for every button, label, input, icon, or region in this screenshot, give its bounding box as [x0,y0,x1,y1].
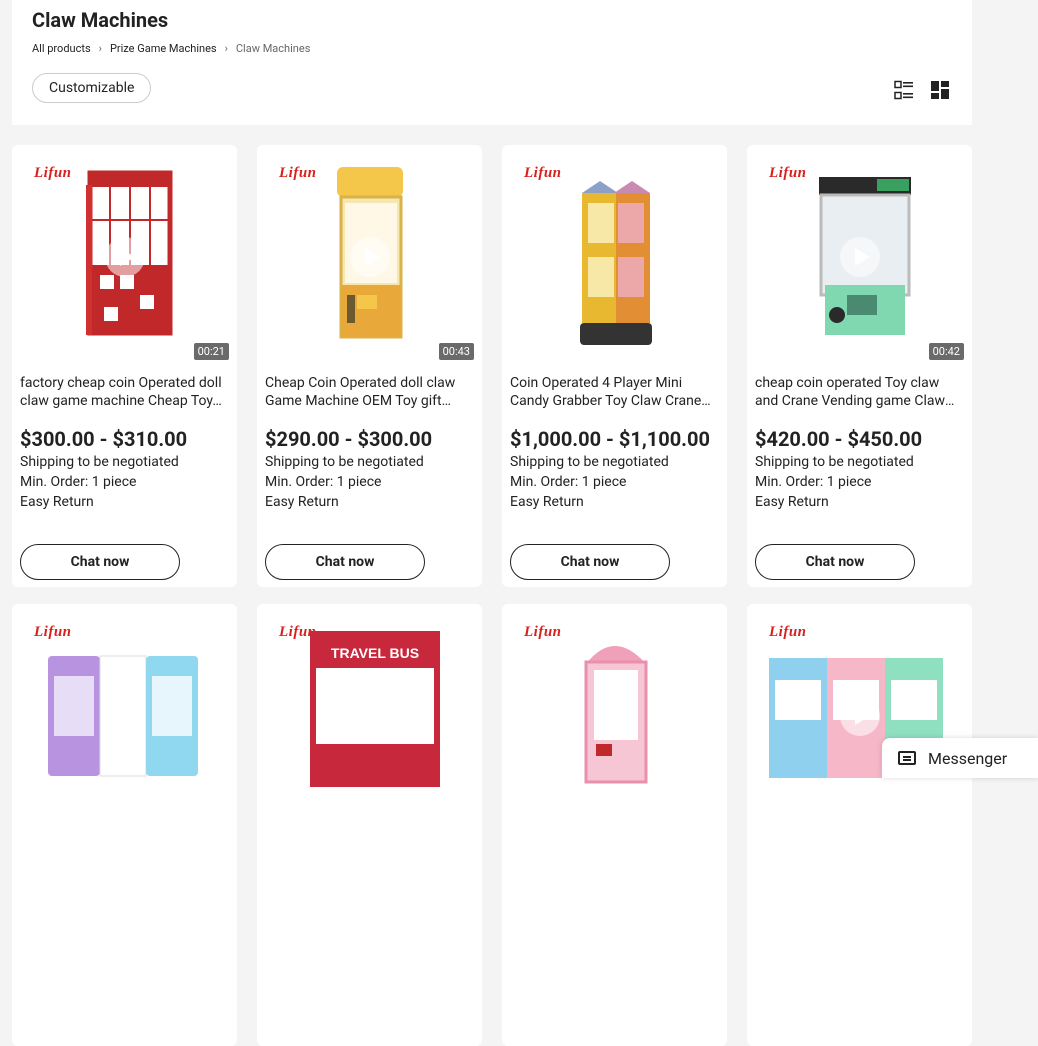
category-header: Claw Machines All products › Prize Game … [12,0,972,125]
shipping-info: Shipping to be negotiated [755,454,914,470]
easy-return: Easy Return [20,494,94,510]
min-order: Min. Order: 1 piece [755,474,872,490]
product-card[interactable]: Lifun 00:43 Cheap Coin Operated doll cla… [257,145,482,587]
product-image[interactable]: Lifun [12,604,237,824]
easy-return: Easy Return [265,494,339,510]
grid-view-icon[interactable] [930,80,950,100]
easy-return: Easy Return [755,494,829,510]
page-title: Claw Machines [32,8,169,32]
product-image[interactable]: Lifun 00:43 [257,145,482,365]
product-image[interactable]: Lifun [747,604,972,824]
product-card[interactable]: Lifun 00:42 cheap coin operated Toy claw… [747,145,972,587]
customizable-filter-chip[interactable]: Customizable [32,73,152,103]
machine-banner: TRAVEL BUS [331,645,419,661]
product-image[interactable]: Lifun 00:42 [747,145,972,365]
product-image[interactable]: Lifun 00:21 [12,145,237,365]
product-image[interactable]: Lifun [502,145,727,365]
shipping-info: Shipping to be negotiated [265,454,424,470]
claw-machine-image [580,181,652,345]
play-icon[interactable] [105,696,145,736]
product-image[interactable]: Lifun TRAVEL BUS [257,604,482,824]
list-view-icon[interactable] [894,80,914,100]
breadcrumb-all-products[interactable]: All products [32,42,91,55]
breadcrumb-prize-game-machines[interactable]: Prize Game Machines [110,42,217,55]
play-icon[interactable] [105,237,145,277]
product-card[interactable]: Lifun Coin Operated 4 Player Mini Candy … [502,145,727,587]
min-order: Min. Order: 1 piece [265,474,382,490]
messenger-button[interactable]: Messenger [882,738,1038,778]
play-icon[interactable] [350,696,390,736]
product-card[interactable]: Lifun [747,604,972,1046]
play-icon[interactable] [840,696,880,736]
product-price: $290.00 - $300.00 [265,427,433,451]
video-duration: 00:43 [438,343,474,360]
product-title[interactable]: factory cheap coin Operated doll claw ga… [20,374,225,410]
chat-now-button[interactable]: Chat now [755,544,915,580]
messenger-label: Messenger [928,748,1008,768]
min-order: Min. Order: 1 piece [20,474,137,490]
chevron-right-icon: › [224,42,228,55]
shipping-info: Shipping to be negotiated [20,454,179,470]
easy-return: Easy Return [510,494,584,510]
shipping-info: Shipping to be negotiated [510,454,669,470]
message-icon [898,751,916,765]
product-card[interactable]: Lifun [12,604,237,1046]
product-card[interactable]: Lifun 00:21 factory cheap coin Operated … [12,145,237,587]
chat-now-button[interactable]: Chat now [265,544,425,580]
product-title[interactable]: cheap coin operated Toy claw and Crane V… [755,374,960,410]
min-order: Min. Order: 1 piece [510,474,627,490]
product-price: $1,000.00 - $1,100.00 [510,427,710,451]
play-icon[interactable] [840,237,880,277]
play-icon[interactable] [350,237,390,277]
chat-now-button[interactable]: Chat now [510,544,670,580]
product-price: $300.00 - $310.00 [20,427,188,451]
product-title[interactable]: Coin Operated 4 Player Mini Candy Grabbe… [510,374,715,410]
video-duration: 00:42 [928,343,964,360]
chat-now-button[interactable]: Chat now [20,544,180,580]
chevron-right-icon: › [98,42,102,55]
product-card[interactable]: Lifun [502,604,727,1046]
product-card[interactable]: Lifun TRAVEL BUS [257,604,482,1046]
video-duration: 00:21 [193,343,229,360]
product-image[interactable]: Lifun [502,604,727,824]
claw-machine-image [584,646,648,784]
product-title[interactable]: Cheap Coin Operated doll claw Game Machi… [265,374,470,410]
breadcrumb: All products › Prize Game Machines › Cla… [32,42,310,55]
product-price: $420.00 - $450.00 [755,427,923,451]
breadcrumb-claw-machines: Claw Machines [235,42,311,55]
